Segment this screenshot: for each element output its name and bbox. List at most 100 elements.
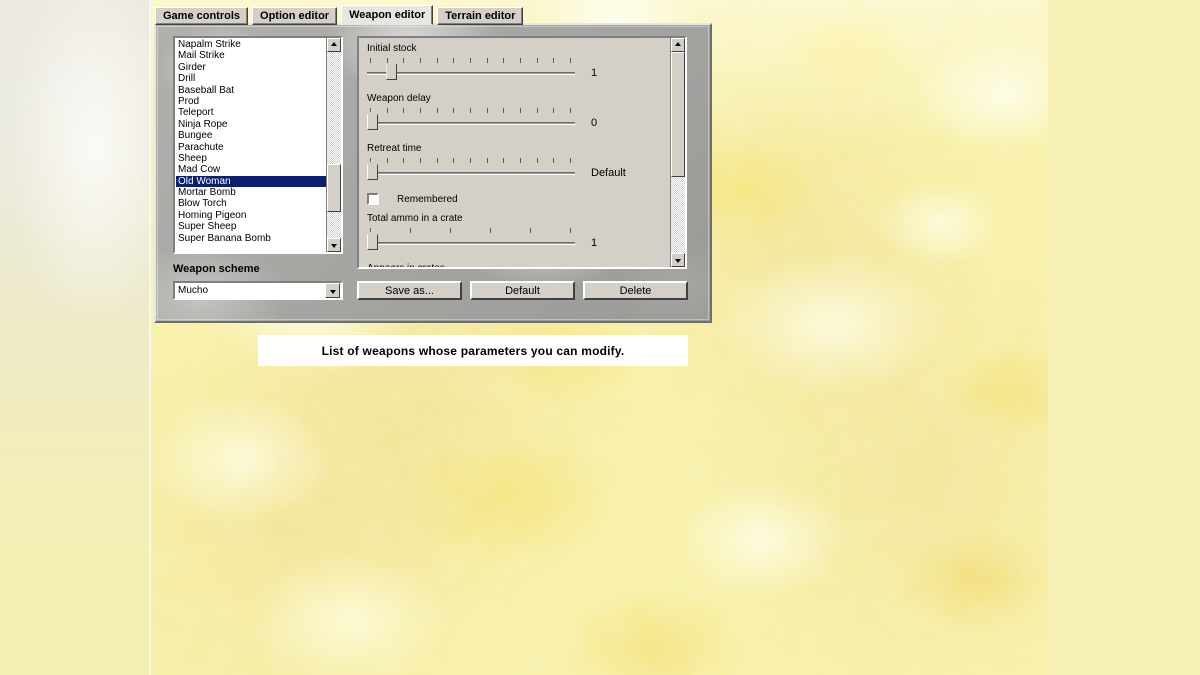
list-item[interactable]: Mad Cow — [176, 164, 326, 175]
slider-tick — [420, 108, 421, 113]
scrollbar-thumb[interactable] — [671, 52, 685, 177]
slider-tick — [470, 108, 471, 113]
param-row-initial-stock: 1 — [367, 57, 664, 83]
slider-track[interactable] — [367, 122, 575, 125]
slider-tick — [420, 158, 421, 163]
tab-option-editor[interactable]: Option editor — [252, 7, 338, 25]
list-item[interactable]: Super Banana Bomb — [176, 233, 326, 244]
weapon-parameters-panel: Initial stock 1 Weapon delay 0 Retreat t… — [357, 36, 687, 269]
list-item[interactable]: Prod — [176, 96, 326, 107]
save-as-button[interactable]: Save as... — [357, 281, 462, 300]
slider-tick — [503, 158, 505, 163]
right-letterbox — [1048, 0, 1200, 675]
chevron-down-icon[interactable] — [325, 283, 340, 298]
param-label-total-ammo-in-a-crate: Total ammo in a crate — [367, 213, 463, 224]
slider-tick — [403, 108, 405, 113]
default-button[interactable]: Default — [470, 281, 575, 300]
list-item[interactable]: Homing Pigeon — [176, 210, 326, 221]
slider-ticks — [367, 227, 575, 234]
slider-tick — [520, 108, 521, 113]
tab-terrain-editor[interactable]: Terrain editor — [437, 7, 524, 25]
list-item[interactable]: Super Sheep — [176, 221, 326, 232]
list-item[interactable]: Mortar Bomb — [176, 187, 326, 198]
slider-tick — [553, 108, 555, 113]
slider-tick — [503, 58, 505, 63]
delete-button[interactable]: Delete — [583, 281, 688, 300]
list-item[interactable]: Ninja Rope — [176, 119, 326, 130]
slider-tick — [386, 158, 388, 163]
param-row-total-ammo-in-a-crate: 1 — [367, 227, 664, 253]
slider-tick — [436, 108, 438, 113]
params-scrollbar[interactable] — [670, 38, 685, 267]
param-value-total-ammo-in-a-crate: 1 — [591, 237, 598, 249]
scroll-down-arrow-icon[interactable] — [327, 238, 341, 252]
slider-ticks — [367, 157, 575, 164]
list-item[interactable]: Parachute — [176, 142, 326, 153]
slider-retreat-time[interactable] — [367, 157, 575, 183]
screenshot-root: Game controls Option editor Weapon edito… — [0, 0, 1200, 675]
slider-tick — [450, 228, 451, 233]
weapon-parameters-body: Initial stock 1 Weapon delay 0 Retreat t… — [359, 38, 670, 267]
weapon-scheme-select[interactable]: Mucho — [173, 281, 343, 300]
param-label-retreat-time: Retreat time — [367, 143, 422, 154]
slider-tick — [453, 158, 455, 163]
caption-box: List of weapons whose parameters you can… — [258, 335, 688, 366]
list-item[interactable]: Baseball Bat — [176, 85, 326, 96]
list-item[interactable]: Mail Strike — [176, 50, 326, 61]
slider-tick — [470, 158, 471, 163]
slider-tick — [453, 58, 455, 63]
scroll-down-arrow-icon[interactable] — [671, 253, 685, 267]
list-item[interactable]: Bungee — [176, 130, 326, 141]
list-item[interactable]: Sheep — [176, 153, 326, 164]
weapon-scheme-value: Mucho — [178, 285, 209, 296]
slider-tick — [536, 158, 538, 163]
weapon-list-box[interactable]: Napalm Strike Mail Strike Girder Drill B… — [173, 36, 343, 254]
slider-tick — [570, 108, 571, 113]
list-item[interactable]: Girder — [176, 62, 326, 73]
list-item[interactable]: Drill — [176, 73, 326, 84]
param-row-retreat-time: Default — [367, 157, 664, 183]
slider-tick — [486, 108, 488, 113]
weapon-scheme-label: Weapon scheme — [173, 263, 260, 275]
list-item[interactable]: Teleport — [176, 107, 326, 118]
slider-initial-stock[interactable] — [367, 57, 575, 83]
slider-tick — [403, 158, 405, 163]
param-value-initial-stock: 1 — [591, 67, 598, 79]
scroll-up-arrow-icon[interactable] — [327, 38, 341, 52]
scrollbar-trough[interactable] — [327, 52, 341, 238]
param-row-weapon-delay: 0 — [367, 107, 664, 133]
slider-tick — [436, 158, 438, 163]
slider-tick — [453, 108, 455, 113]
tab-weapon-editor[interactable]: Weapon editor — [341, 5, 434, 25]
slider-track[interactable] — [367, 172, 575, 175]
remembered-checkbox[interactable] — [367, 193, 379, 205]
slider-track[interactable] — [367, 72, 575, 75]
slider-tick — [403, 58, 405, 63]
slider-ticks — [367, 57, 575, 64]
list-item-selected[interactable]: Old Woman — [176, 175, 326, 188]
slider-tick — [490, 228, 491, 233]
slider-tick — [570, 228, 571, 233]
weapon-list[interactable]: Napalm Strike Mail Strike Girder Drill B… — [175, 38, 326, 252]
scroll-up-arrow-icon[interactable] — [671, 38, 685, 52]
list-item[interactable]: Blow Torch — [176, 198, 326, 209]
remembered-checkbox-row[interactable]: Remembered — [367, 193, 664, 205]
slider-ticks — [367, 107, 575, 114]
slider-tick — [520, 58, 521, 63]
weapon-editor-dialog: Napalm Strike Mail Strike Girder Drill B… — [154, 23, 712, 323]
slider-tick — [436, 58, 438, 63]
slider-tick — [536, 58, 538, 63]
slider-tick — [486, 158, 488, 163]
slider-weapon-delay[interactable] — [367, 107, 575, 133]
scrollbar-thumb[interactable] — [327, 163, 341, 212]
tab-game-controls[interactable]: Game controls — [155, 7, 249, 25]
slider-total-ammo-in-a-crate[interactable] — [367, 227, 575, 253]
weapon-list-scrollbar[interactable] — [326, 38, 341, 252]
slider-tick — [386, 58, 388, 63]
param-label-weapon-delay: Weapon delay — [367, 93, 431, 104]
caption-text: List of weapons whose parameters you can… — [321, 343, 625, 358]
scrollbar-trough[interactable] — [671, 52, 685, 253]
slider-tick — [570, 158, 571, 163]
slider-track[interactable] — [367, 242, 575, 245]
list-item[interactable]: Napalm Strike — [176, 39, 326, 50]
